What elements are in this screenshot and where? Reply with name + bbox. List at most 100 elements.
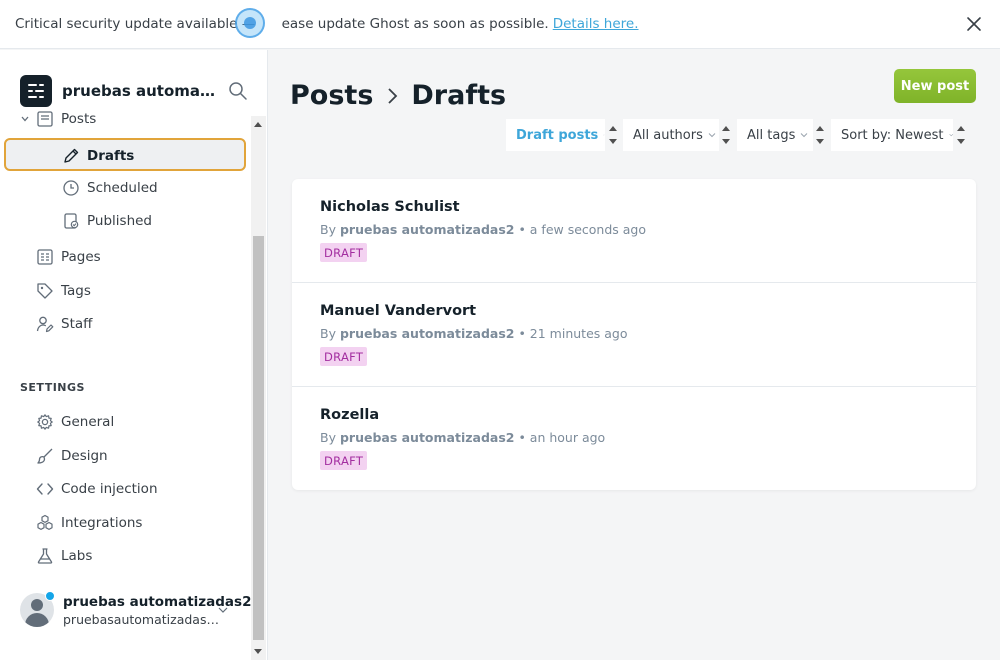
sidebar-item-integrations[interactable]: Integrations <box>36 511 142 535</box>
brush-icon <box>37 448 53 464</box>
chevron-down-icon[interactable] <box>217 604 229 616</box>
posts-list: Nicholas Schulist By pruebas automatizad… <box>292 179 976 490</box>
sidebar-item-code-injection[interactable]: Code injection <box>36 477 158 501</box>
sidebar-item-published[interactable]: Published <box>62 209 152 233</box>
status-badge: DRAFT <box>320 451 368 470</box>
status-badge: DRAFT <box>320 347 368 366</box>
chevron-down-icon <box>708 133 716 138</box>
banner-text-end: ease update Ghost as soon as possible. <box>281 16 549 32</box>
sidebar-item-label: Staff <box>61 316 93 332</box>
sidebar-item-label: Tags <box>61 283 91 299</box>
post-author: pruebas automatizadas2 <box>339 222 515 237</box>
filter-author-select[interactable]: All authors <box>623 119 719 151</box>
post-title[interactable]: Manuel Vandervort <box>320 303 476 319</box>
sidebar-item-label: Pages <box>61 249 101 265</box>
sidebar-item-general[interactable]: General <box>36 410 114 434</box>
post-by: By <box>320 222 340 237</box>
chevron-down-icon <box>603 134 605 136</box>
page-title: Drafts <box>411 80 507 111</box>
sidebar-item-scheduled[interactable]: Scheduled <box>62 176 158 200</box>
filter-author-label: All authors <box>633 127 703 143</box>
tag-icon <box>37 283 53 299</box>
post-by: By <box>320 430 340 445</box>
cursor-indicator <box>235 8 265 38</box>
scroll-down-icon[interactable] <box>254 649 262 654</box>
scrollbar-thumb[interactable] <box>253 236 264 640</box>
pages-icon <box>37 249 53 265</box>
site-logo[interactable] <box>20 75 52 107</box>
chevron-right-icon <box>388 87 398 104</box>
integrations-icon <box>37 514 53 530</box>
user-menu[interactable]: pruebas automatizadas2 pruebasautomatiza… <box>20 591 251 632</box>
post-meta: By pruebas automatizadas2 • a few second… <box>320 222 646 237</box>
banner-details-link[interactable]: Details here. <box>553 16 639 32</box>
sidebar-item-design[interactable]: Design <box>36 444 108 468</box>
flask-icon <box>37 548 53 564</box>
sidebar-item-label: Integrations <box>61 515 143 531</box>
sidebar-item-drafts[interactable]: Drafts <box>4 138 246 171</box>
filter-tag-label: All tags <box>747 127 796 143</box>
sidebar-item-label: Labs <box>61 548 93 564</box>
sidebar-item-pages[interactable]: Pages <box>36 245 101 269</box>
filter-tag-select[interactable]: All tags <box>737 119 813 151</box>
sidebar-item-label: Design <box>61 448 108 464</box>
sidebar-scrollbar[interactable] <box>251 116 266 660</box>
filter-type-stepper[interactable] <box>607 119 620 151</box>
sort-label: Sort by: Newest <box>841 127 944 143</box>
published-icon <box>64 213 79 229</box>
site-header: pruebas automatiz... <box>20 75 260 107</box>
banner-text-start: Critical security update available — <box>15 16 260 32</box>
update-banner: Critical security update available — eas… <box>0 0 1000 49</box>
status-badge: DRAFT <box>320 243 368 262</box>
post-by: By <box>320 326 340 341</box>
sidebar-item-label: Posts <box>61 111 97 127</box>
code-icon <box>36 483 54 495</box>
gear-icon <box>37 414 53 430</box>
breadcrumb: Posts Drafts <box>290 80 506 111</box>
close-icon[interactable] <box>965 15 983 33</box>
breadcrumb-posts[interactable]: Posts <box>290 80 373 111</box>
notification-badge <box>45 591 55 601</box>
sidebar: pruebas automatiz... Posts Drafts Schedu… <box>0 50 268 660</box>
sidebar-item-label: Drafts <box>87 148 135 164</box>
post-author: pruebas automatizadas2 <box>339 430 515 445</box>
post-title[interactable]: Nicholas Schulist <box>320 199 460 215</box>
pencil-icon <box>64 148 79 163</box>
filter-author-stepper[interactable] <box>720 119 733 151</box>
sidebar-item-label: General <box>61 414 115 430</box>
posts-icon <box>37 111 53 127</box>
sidebar-item-tags[interactable]: Tags <box>36 279 91 303</box>
post-time: • 21 minutes ago <box>514 326 628 341</box>
main-content: Posts Drafts New post Draft posts All au… <box>268 50 1000 660</box>
search-icon[interactable] <box>228 81 248 101</box>
new-post-button[interactable]: New post <box>894 69 976 103</box>
post-time: • an hour ago <box>514 430 606 445</box>
list-item[interactable]: Rozella By pruebas automatizadas2 • an h… <box>292 387 976 491</box>
clock-icon <box>63 180 79 196</box>
scroll-up-icon[interactable] <box>254 122 262 127</box>
sidebar-item-label: Code injection <box>61 481 158 497</box>
list-item[interactable]: Manuel Vandervort By pruebas automatizad… <box>292 283 976 387</box>
sidebar-item-drafts-inner[interactable]: Drafts <box>62 144 134 168</box>
sidebar-item-label: Scheduled <box>87 180 158 196</box>
post-time: • a few seconds ago <box>514 222 647 237</box>
sidebar-item-posts[interactable]: Posts <box>20 107 96 131</box>
sidebar-item-labs[interactable]: Labs <box>36 544 92 568</box>
banner-message: Critical security update available — eas… <box>15 16 639 32</box>
user-email: pruebasautomatizadas@u... <box>63 612 223 627</box>
chevron-down-icon <box>948 133 953 137</box>
sidebar-item-staff[interactable]: Staff <box>36 312 92 336</box>
sort-select[interactable]: Sort by: Newest <box>831 119 953 151</box>
filter-tag-stepper[interactable] <box>814 119 827 151</box>
sort-stepper[interactable] <box>955 119 968 151</box>
filter-type-label: Draft posts <box>516 127 599 143</box>
chevron-down-icon[interactable] <box>20 114 30 124</box>
post-meta: By pruebas automatizadas2 • an hour ago <box>320 430 605 445</box>
post-author: pruebas automatizadas2 <box>339 326 515 341</box>
site-title[interactable]: pruebas automatiz... <box>62 82 217 100</box>
sidebar-item-label: Published <box>87 213 152 229</box>
staff-icon <box>36 316 54 333</box>
list-item[interactable]: Nicholas Schulist By pruebas automatizad… <box>292 179 976 283</box>
post-title[interactable]: Rozella <box>320 407 379 423</box>
filter-type-select[interactable]: Draft posts <box>506 119 605 151</box>
